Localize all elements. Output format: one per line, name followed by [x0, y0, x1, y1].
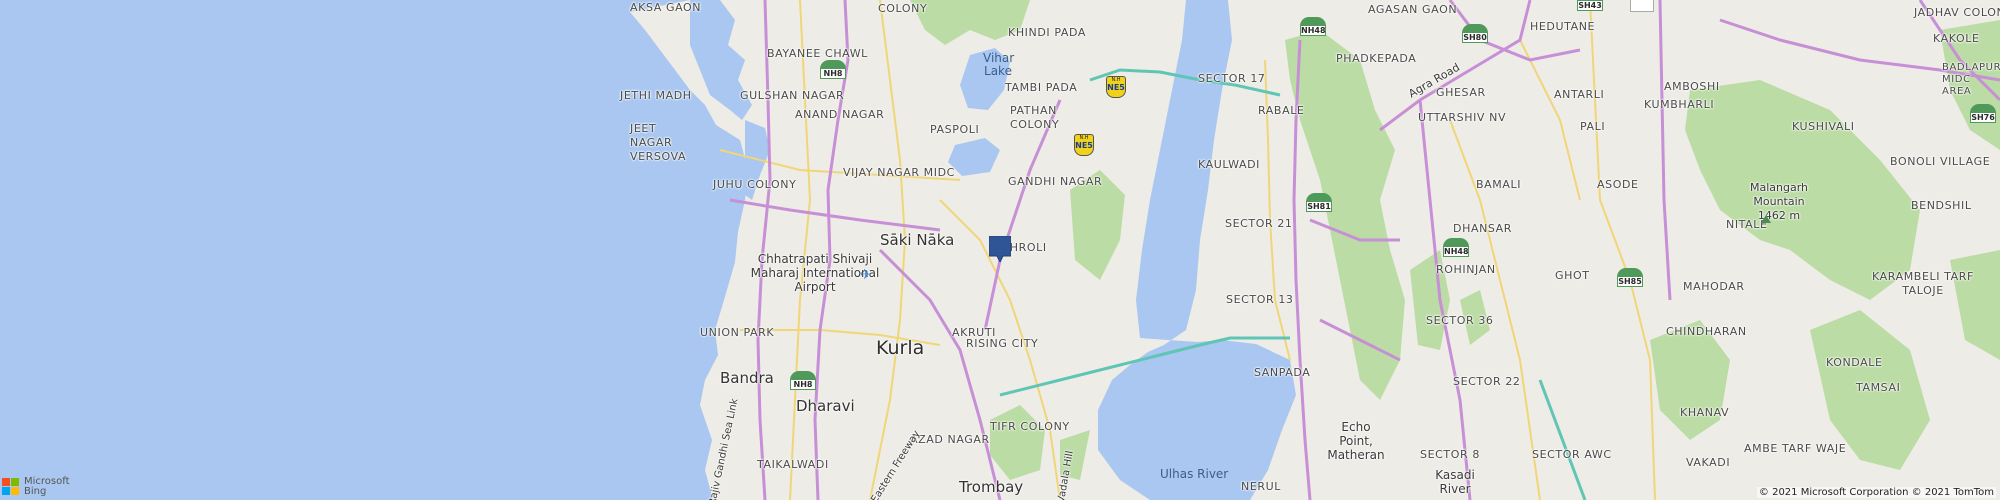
- area-label: JETHI MADH: [620, 89, 692, 102]
- area-label: AKSA GAON: [630, 1, 702, 14]
- area-label: ROHINJAN: [1436, 263, 1496, 276]
- area-label: VAKADI: [1686, 456, 1731, 469]
- area-label: AMBE TARF WAJE: [1744, 442, 1847, 455]
- microsoft-logo-icon: [2, 478, 20, 496]
- area-label: MAHODAR: [1683, 280, 1745, 293]
- area-label: KONDALE: [1826, 356, 1883, 369]
- area-label: PASPOLI: [930, 123, 980, 136]
- area-label: TAMBI PADA: [1005, 81, 1078, 94]
- area-label: KAULWADI: [1198, 158, 1261, 171]
- area-label: COLONY: [878, 2, 928, 15]
- area-label: NERUL: [1241, 480, 1282, 493]
- airport-icon[interactable]: ✈: [860, 266, 872, 283]
- area-label: ANTARLI: [1554, 88, 1605, 101]
- area-label: RABALE: [1258, 104, 1305, 117]
- location-pin-icon[interactable]: [989, 236, 1011, 262]
- road-sign: [1630, 0, 1654, 12]
- area-label: SECTOR 22: [1453, 375, 1521, 388]
- area-label: KHANAV: [1680, 406, 1730, 419]
- highway-shield: SH85: [1617, 268, 1643, 288]
- area-label: PALI: [1580, 120, 1606, 133]
- area-label: BAMALI: [1476, 178, 1522, 191]
- highway-shield: SH43: [1577, 0, 1603, 12]
- area-label: JEET NAGAR VERSOVA: [630, 122, 687, 163]
- area-label: SECTOR 13: [1226, 293, 1294, 306]
- place-label: Trombay: [959, 478, 1024, 496]
- area-label: DHANSAR: [1453, 222, 1513, 235]
- area-label: KUMBHARLI: [1644, 98, 1715, 111]
- area-label: UNION PARK: [700, 326, 775, 339]
- place-label: Kurla: [876, 337, 925, 359]
- area-label: KAKOLE: [1933, 32, 1980, 45]
- bing-branding: Microsoft Bing: [24, 477, 70, 497]
- highway-shield: SH81: [1306, 193, 1332, 213]
- area-label: GANDHI NAGAR: [1008, 175, 1103, 188]
- highway-shield: NH48: [1443, 238, 1469, 258]
- place-label: Bandra: [720, 369, 774, 387]
- area-label: SECTOR AWC: [1532, 448, 1612, 461]
- map-canvas[interactable]: AKSA GAON COLONY KHINDI PADA AGASAN GAON…: [0, 0, 2000, 500]
- area-label: BADLAPUR MIDC AREA: [1942, 62, 2000, 97]
- area-label: SANPADA: [1254, 366, 1311, 379]
- highway-shield: NH8: [820, 60, 846, 80]
- area-label: HEDUTANE: [1530, 20, 1596, 33]
- expressway-shield: N.H NE5: [1106, 76, 1126, 98]
- area-label: RISING CITY: [966, 337, 1039, 350]
- highway-shield: SH80: [1462, 24, 1488, 44]
- area-label: KHINDI PADA: [1008, 26, 1087, 39]
- area-label: BENDSHIL: [1911, 199, 1972, 212]
- place-label: Sāki Nāka: [880, 231, 955, 249]
- area-label: SECTOR 21: [1225, 217, 1293, 230]
- area-label: SECTOR 36: [1426, 314, 1494, 327]
- mountain-label[interactable]: Malangarh Mountain 1462 m: [1744, 181, 1814, 223]
- area-label: SECTOR 8: [1420, 448, 1480, 461]
- river-label: Ulhas River: [1160, 467, 1229, 481]
- mountain-peak-icon[interactable]: [1761, 215, 1771, 223]
- area-label: GHOT: [1555, 269, 1590, 282]
- area-label: VIJAY NAGAR MIDC: [843, 166, 955, 179]
- area-label: AMBOSHI: [1664, 80, 1720, 93]
- poi-label[interactable]: Kasadi River: [1432, 468, 1478, 496]
- area-label: TIFR COLONY: [990, 420, 1070, 433]
- highway-shield: NH48: [1300, 17, 1326, 37]
- copyright-notice: © 2021 Microsoft Corporation © 2021 TomT…: [1756, 487, 1996, 498]
- area-label: ANAND NAGAR: [795, 108, 885, 121]
- area-label: GULSHAN NAGAR: [740, 89, 845, 102]
- expressway-shield: N.H NE5: [1074, 134, 1094, 156]
- brand-line: Bing: [24, 486, 47, 497]
- area-label: SECTOR 17: [1198, 72, 1266, 85]
- area-label: BAYANEE CHAWL: [767, 47, 868, 60]
- area-label: TAMSAI: [1856, 381, 1901, 394]
- area-label: KARAMBELI TARF TALOJE: [1872, 270, 1974, 297]
- area-label: PATHAN COLONY: [1010, 104, 1060, 131]
- area-label: TAIKALWADI: [757, 458, 829, 471]
- area-label: UTTARSHIV NV: [1418, 111, 1507, 124]
- highway-shield: NH8: [790, 371, 816, 391]
- area-label: GHESAR: [1436, 86, 1486, 99]
- area-label: ASODE: [1597, 178, 1639, 191]
- area-label: PHADKEPADA: [1336, 52, 1417, 65]
- area-label: BONOLI VILLAGE: [1890, 155, 1991, 168]
- area-label: JADHAV COLONY: [1914, 6, 2000, 19]
- place-label: Dharavi: [796, 397, 855, 415]
- poi-label[interactable]: Echo Point, Matheran: [1326, 420, 1386, 462]
- area-label: AGASAN GAON: [1368, 3, 1458, 16]
- area-label: JUHU COLONY: [713, 178, 797, 191]
- lake-label: Vihar Lake: [983, 51, 1015, 78]
- area-label: KUSHIVALI: [1792, 120, 1855, 133]
- highway-shield: SH76: [1970, 104, 1996, 124]
- area-label: CHINDHARAN: [1666, 325, 1747, 338]
